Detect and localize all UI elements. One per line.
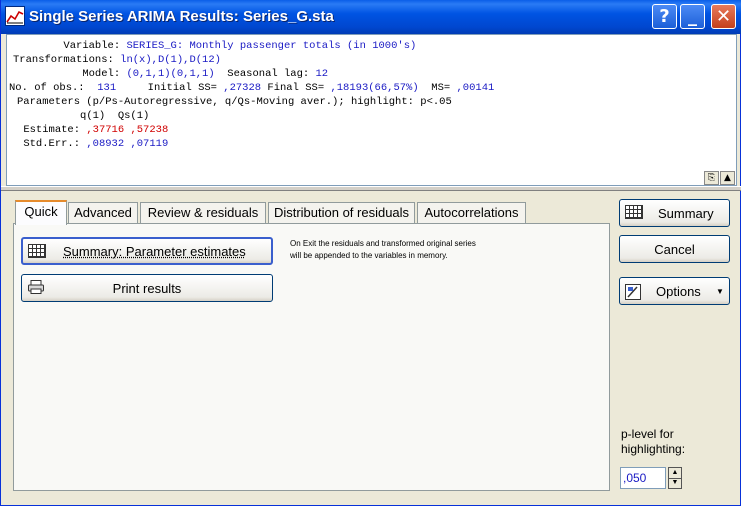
output-line-estimate: Estimate: ,37716 ,57238 <box>23 124 169 136</box>
tab-review-residuals[interactable]: Review & residuals <box>140 202 266 223</box>
summary-button[interactable]: Summary <box>619 199 730 227</box>
tab-advanced[interactable]: Advanced <box>68 202 138 223</box>
p-level-label: p-level for highlighting: <box>621 427 686 456</box>
output-column-headers: q(1) Qs(1) <box>80 110 150 122</box>
output-line-transformations: Transformations: ln(x),D(1),D(12) <box>13 54 221 66</box>
options-button[interactable]: Options ▼ <box>619 277 730 305</box>
spin-down-icon[interactable]: ▼ <box>669 478 681 488</box>
spreadsheet-icon <box>625 205 643 219</box>
output-line-variable: Variable: SERIES_G: Monthly passenger to… <box>63 40 417 52</box>
window-title: Single Series ARIMA Results: Series_G.st… <box>29 8 334 25</box>
chevron-down-icon: ▼ <box>716 287 724 296</box>
minimize-icon: _ <box>688 6 697 27</box>
tab-autocorrelations[interactable]: Autocorrelations <box>417 202 526 223</box>
options-icon <box>625 284 641 303</box>
print-results-button[interactable]: Print results <box>21 274 273 302</box>
cancel-button[interactable]: Cancel <box>619 235 730 263</box>
pane-splitter[interactable] <box>1 186 741 191</box>
close-icon: ✕ <box>715 6 732 27</box>
help-icon: ? <box>659 6 670 27</box>
chart-icon <box>5 6 25 26</box>
output-line-model: Model: (0,1,1)(0,1,1) Seasonal lag: 12 <box>82 68 329 80</box>
output-line-stderr: Std.Err.: ,08932 ,07119 <box>23 138 169 150</box>
arima-results-window: Single Series ARIMA Results: Series_G.st… <box>0 0 741 506</box>
output-line-parameters: Parameters (p/Ps-Autoregressive, q/Qs-Mo… <box>17 96 452 108</box>
spreadsheet-icon <box>28 244 46 258</box>
tab-distribution-of-residuals[interactable]: Distribution of residuals <box>268 202 415 223</box>
summary-parameter-estimates-button[interactable]: Summary: Parameter estimates <box>21 237 273 265</box>
p-level-spinner[interactable]: ▲ ▼ <box>668 467 682 489</box>
title-bar[interactable]: Single Series ARIMA Results: Series_G.st… <box>1 0 741 34</box>
tab-quick[interactable]: Quick <box>15 200 67 225</box>
exit-note: On Exit the residuals and transformed or… <box>290 239 476 260</box>
close-button[interactable]: ✕ <box>711 4 736 29</box>
minimize-button[interactable]: _ <box>680 4 705 29</box>
p-level-input[interactable]: ,050 <box>620 467 666 489</box>
help-button[interactable]: ? <box>652 4 677 29</box>
copy-icon[interactable]: ⎘ <box>704 171 719 185</box>
arrow-up-icon[interactable]: ▲ <box>720 171 735 185</box>
output-line-obs: No. of obs.: 131 Initial SS= ,27328 Fina… <box>9 82 495 94</box>
results-output-pane[interactable]: Variable: SERIES_G: Monthly passenger to… <box>6 34 737 186</box>
